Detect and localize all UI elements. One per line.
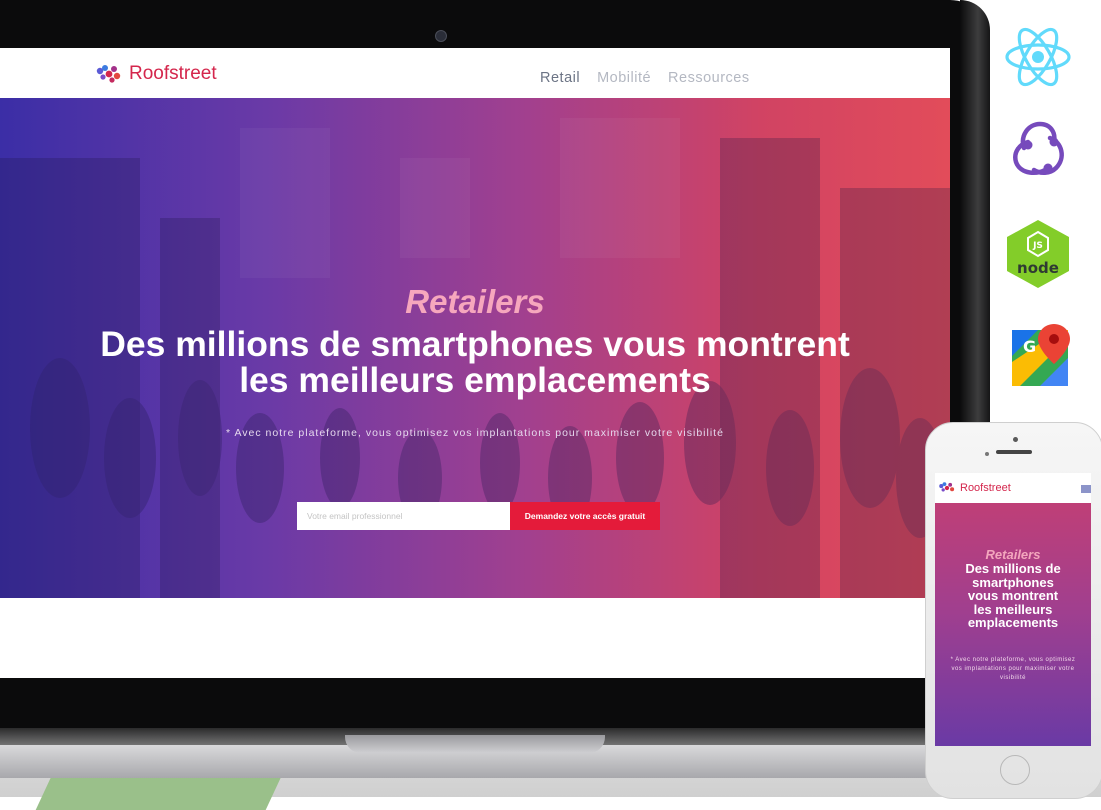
hero-title: Des millions de smartphones vous montren… (0, 326, 950, 398)
hero-title-line-2: les meilleurs emplacements (239, 360, 711, 400)
nav-link-ressources[interactable]: Ressources (668, 70, 750, 86)
phone-hero-title-line: les meilleurs (973, 601, 1053, 617)
phone-home-button[interactable] (1000, 755, 1030, 785)
hero-subtitle: * Avec notre plateforme, vous optimisez … (226, 427, 724, 439)
phone-camera (1013, 437, 1018, 442)
laptop-camera (435, 30, 447, 42)
svg-text:node: node (1017, 259, 1059, 277)
nodejs-icon: JS node (1007, 220, 1069, 288)
hero-eyebrow: Retailers (405, 283, 545, 320)
brand-logo[interactable]: Roofstreet (95, 59, 217, 89)
react-icon (1005, 27, 1071, 87)
laptop-notch (345, 735, 605, 753)
phone-hero-title-line: emplacements (967, 615, 1059, 630)
nav-link-retail[interactable]: Retail (540, 70, 580, 86)
phone-hero-title-line: Des millions de (965, 561, 1061, 576)
email-field[interactable] (297, 502, 510, 530)
site-header: Roofstreet Retail Mobilité Ressources (0, 48, 950, 98)
phone-site-header: Roofstreet (935, 473, 1091, 503)
roofstreet-logo-icon (939, 482, 955, 492)
phone-speaker (996, 450, 1032, 454)
phone-brand-logo[interactable]: Roofstreet (938, 481, 1011, 495)
phone-hero-title-line: vous montrent (967, 588, 1059, 603)
menu-icon[interactable] (1081, 485, 1091, 493)
roofstreet-logo-icon (96, 65, 121, 83)
hero-title-line-1: Des millions de smartphones vous montren… (100, 324, 850, 364)
svg-text:G: G (1023, 337, 1036, 356)
phone-sensor (985, 452, 989, 456)
google-maps-icon: G (1012, 324, 1070, 386)
phone-screen: Roofstreet Retailers Des millions de sma… (935, 473, 1091, 746)
main-nav: Retail Mobilité Ressources (540, 70, 750, 86)
phone-brand-name: Roofstreet (960, 482, 1011, 494)
content-below-hero (0, 598, 950, 678)
phone-hero-subtitle: * Avec notre plateforme, vous optimisez … (950, 657, 1076, 681)
nav-link-mobilite[interactable]: Mobilité (597, 70, 651, 86)
redux-icon (1013, 121, 1064, 176)
hero-section: Retailers Des millions de smartphones vo… (0, 98, 950, 598)
phone-hero-title: Des millions de smartphones vous montren… (935, 562, 1091, 630)
laptop-screen: Roofstreet Retail Mobilité Ressources Re… (0, 48, 950, 678)
brand-name: Roofstreet (129, 63, 217, 84)
phone-hero-eyebrow: Retailers (985, 547, 1041, 562)
request-access-button[interactable]: Demandez votre accès gratuit (510, 502, 660, 530)
phone-hero-title-line: smartphones (972, 574, 1054, 590)
svg-text:JS: JS (1032, 241, 1043, 251)
